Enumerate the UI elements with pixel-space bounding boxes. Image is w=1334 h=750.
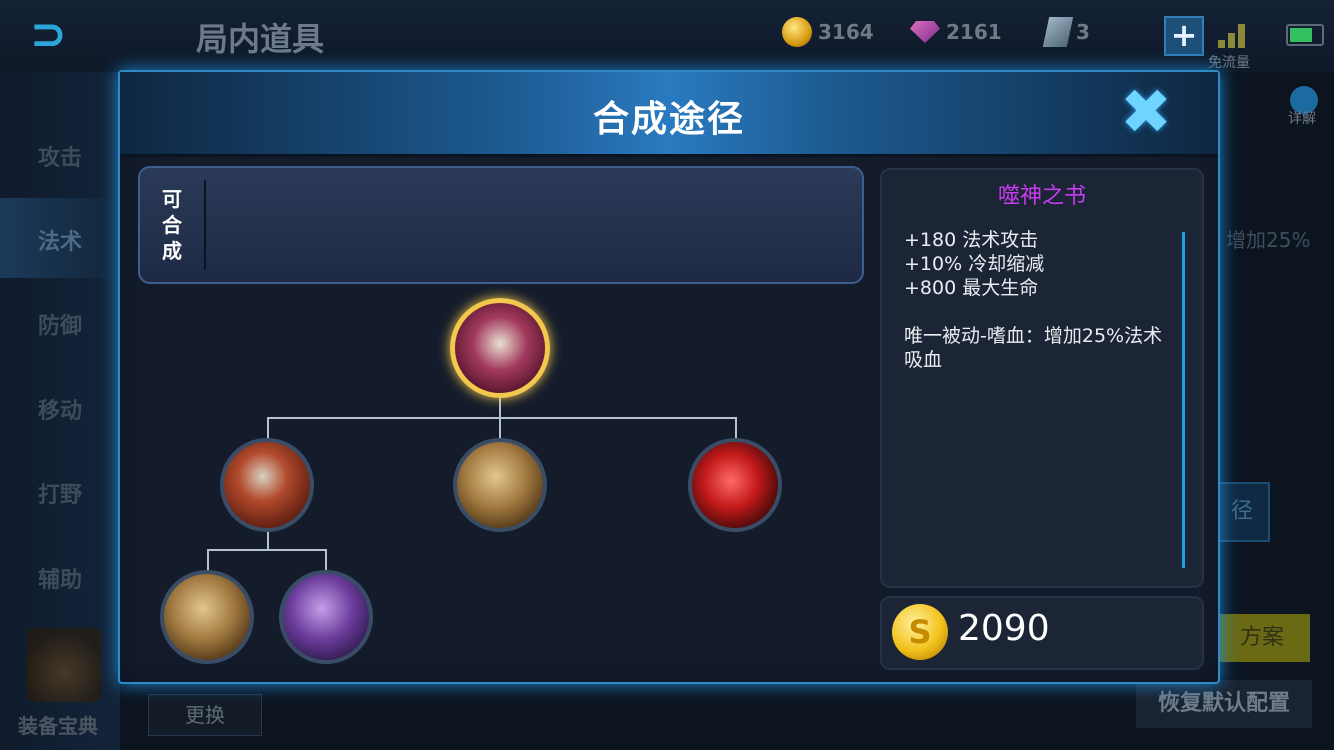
voucher-currency: 3 [1042,16,1090,48]
voucher-icon [1042,17,1074,47]
diamond-currency: 2161 [910,16,1002,48]
passive-text: 唯一被动-嗜血：增加25%法术吸血 [904,325,1163,371]
tome-icon[interactable] [450,298,550,398]
tree-connector [735,417,737,439]
book-icon[interactable] [160,570,254,664]
tree-connector [267,417,737,419]
plan-button[interactable]: 方案 [1214,614,1310,662]
signal-icon [1218,22,1252,48]
red-tome-icon[interactable] [220,438,314,532]
scrollbar[interactable] [1182,232,1185,568]
sidebar-item-movement[interactable]: 移动 [0,393,120,425]
sidebar-item-magic[interactable]: 法术 [0,224,120,256]
tree-connector [267,532,269,550]
stat-line: +180 法术攻击 [904,229,1039,251]
tree-connector [325,549,327,571]
codex-button[interactable]: 装备宝典 [18,710,98,739]
red-gem-icon[interactable] [688,438,782,532]
purple-book-icon[interactable] [279,570,373,664]
synthesis-path-button[interactable]: 径 [1214,482,1270,542]
background-description-text: 增加25% [1226,228,1311,252]
gold-coin-icon [782,17,812,47]
codex-icon [26,628,102,702]
sidebar-item-support[interactable]: 辅助 [0,562,120,594]
gold-coin-icon: S [892,604,948,660]
item-price: 2090 [958,608,1050,649]
stat-line: +10% 冷却缩减 [904,253,1045,275]
gold-currency: 3164 [782,16,874,48]
tree-connector [499,398,501,418]
recharge-button[interactable]: + [1164,16,1204,56]
tree-connector [499,417,501,439]
book-icon[interactable] [453,438,547,532]
close-icon[interactable]: ✖ [1116,81,1176,143]
synthesis-path-modal: 合成途径 ✖ 可合成 噬神之书 +180 法术攻击 +10% 冷却缩减 +800… [118,70,1220,684]
modal-title: 合成途径 [592,99,745,140]
stat-line: +800 最大生命 [904,277,1039,299]
composable-label: 可合成 [162,187,182,263]
sidebar-item-attack[interactable]: 攻击 [0,140,120,172]
tree-connector [267,417,269,439]
tree-connector [207,549,327,551]
back-button[interactable]: ⊃ [30,10,110,60]
change-button[interactable]: 更换 [148,694,262,736]
divider [204,180,206,270]
free-flow-label: 免流量 [1208,55,1250,71]
page-title: 局内道具 [196,20,325,58]
sidebar-item-jungle[interactable]: 打野 [0,477,120,509]
tree-connector [207,549,209,571]
battery-icon [1286,24,1324,46]
item-info-panel: 噬神之书 +180 法术攻击 +10% 冷却缩减 +800 最大生命 唯一被动-… [880,168,1204,588]
diamond-icon [910,21,940,43]
sidebar-item-defense[interactable]: 防御 [0,308,120,340]
price-panel: S 2090 [880,596,1204,670]
detail-label: 详解 [1288,111,1316,127]
item-name: 噬神之书 [997,184,1086,209]
item-description: +180 法术攻击 +10% 冷却缩减 +800 最大生命 唯一被动-嗜血：增加… [904,228,1164,372]
restore-default-button[interactable]: 恢复默认配置 [1136,680,1312,728]
composable-panel: 可合成 [138,166,864,284]
